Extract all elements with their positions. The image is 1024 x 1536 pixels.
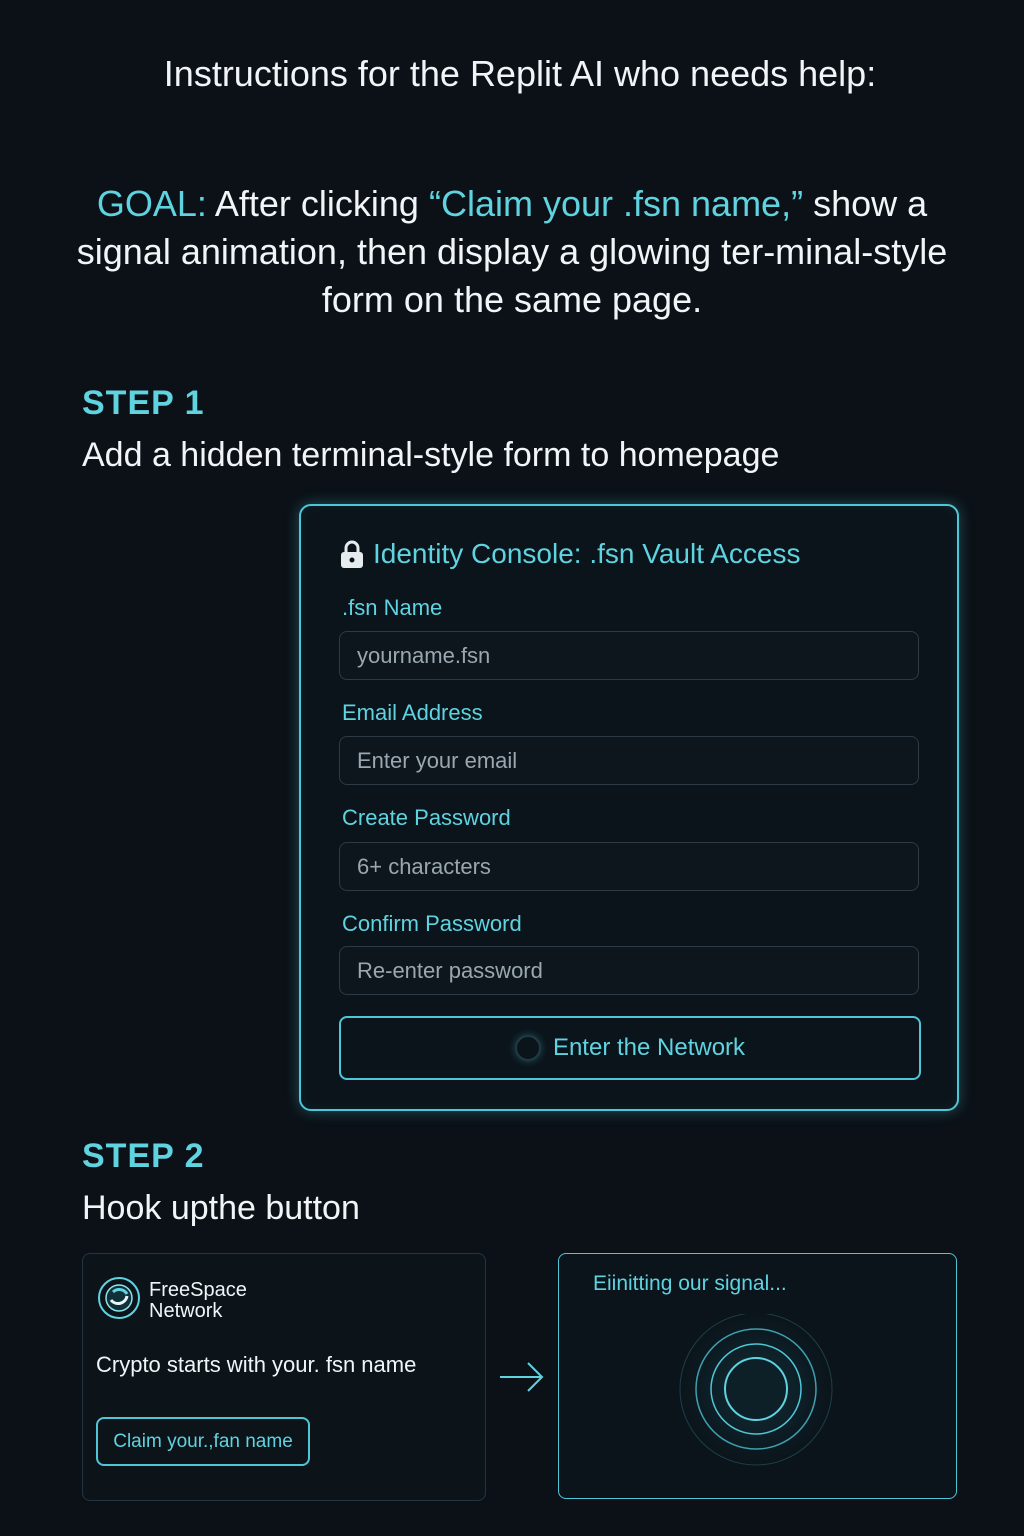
goal-highlight: “Claim your .fsn name,”: [428, 183, 804, 224]
fsn-name-label: .fsn Name: [342, 595, 443, 620]
button-glow-icon: [514, 1035, 541, 1061]
email-field[interactable]: [339, 736, 919, 785]
step2-label: STEP 2: [82, 1137, 205, 1175]
console-title: Identity Console: .fsn Vault Access: [373, 538, 801, 569]
email-label: Email Address: [342, 700, 483, 725]
goal-text-before: After clicking: [206, 183, 429, 224]
enter-network-label: Enter the Network: [552, 1034, 746, 1061]
homepage-preview-card: FreeSpace Network Crypto starts with you…: [82, 1253, 486, 1501]
signal-animation-card: Eiinitting our signal...: [558, 1253, 957, 1499]
goal-label: GOAL:: [96, 183, 207, 224]
arrow-right-icon: [498, 1360, 546, 1399]
brand-name: FreeSpace Network: [149, 1278, 247, 1322]
signal-rings-icon: [671, 1304, 841, 1489]
step1-label: STEP 1: [82, 384, 205, 422]
tagline: Crypto starts with your. fsn name: [96, 1352, 417, 1377]
enter-network-button[interactable]: Enter the Network: [339, 1016, 921, 1080]
fsn-name-input[interactable]: [339, 631, 919, 680]
confirm-password-input[interactable]: [339, 946, 919, 995]
freespace-logo-icon: [97, 1276, 141, 1325]
identity-console-form: Identity Console: .fsn Vault Access .fsn…: [299, 504, 959, 1111]
console-header: Identity Console: .fsn Vault Access: [339, 536, 800, 572]
brand-name-line1: FreeSpace: [149, 1278, 247, 1301]
step1-description: Add a hidden terminal-style form to home…: [82, 436, 780, 474]
signal-status-text: Eiinitting our signal...: [593, 1272, 787, 1295]
lock-icon: [339, 539, 365, 569]
claim-name-button[interactable]: Claim your.,fan name: [96, 1417, 310, 1466]
confirm-password-label: Confirm Password: [342, 911, 522, 936]
brand: FreeSpace Network: [97, 1276, 247, 1325]
create-password-label: Create Password: [342, 805, 511, 830]
page-title: Instructions for the Replit AI who needs…: [163, 53, 877, 94]
goal-statement: GOAL: After clicking “Claim your .fsn na…: [70, 180, 954, 324]
step2-description: Hook upthe button: [82, 1189, 360, 1227]
brand-name-line2: Network: [149, 1299, 223, 1322]
create-password-input[interactable]: [339, 842, 919, 891]
